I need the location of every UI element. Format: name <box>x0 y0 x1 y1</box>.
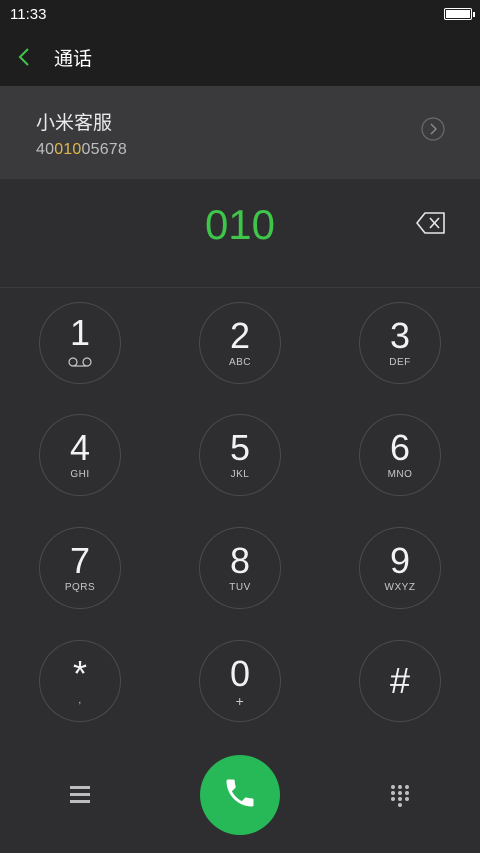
key-digit: 3 <box>389 315 411 356</box>
battery-icon <box>444 8 475 20</box>
key-digit: 6 <box>389 427 411 468</box>
key-letters: WXYZ <box>384 582 416 593</box>
key-7[interactable]: 7 PQRS <box>39 527 121 609</box>
key-digit: 1 <box>69 312 91 353</box>
backspace-icon[interactable] <box>416 212 446 234</box>
contact-number: 4001005678 <box>36 141 444 159</box>
key-5[interactable]: 5 JKL <box>199 414 281 496</box>
key-2[interactable]: 2 ABC <box>199 302 281 384</box>
key-0[interactable]: 0 + <box>199 640 281 722</box>
voicemail-icon <box>67 354 93 372</box>
key-3[interactable]: 3 DEF <box>359 302 441 384</box>
number-suffix: 05678 <box>81 141 127 158</box>
phone-icon <box>222 775 258 816</box>
dialed-number: 010 <box>204 201 276 248</box>
key-digit: 2 <box>229 315 251 356</box>
key-star[interactable]: * , <box>39 640 121 722</box>
key-digit: * <box>72 653 87 694</box>
key-letters: MNO <box>387 469 413 480</box>
key-9[interactable]: 9 WXYZ <box>359 527 441 609</box>
number-match-highlight: 010 <box>54 141 82 158</box>
key-digit: 5 <box>229 427 251 468</box>
bottom-bar <box>0 755 480 835</box>
key-letters: ABC <box>228 357 252 368</box>
page-title: 通话 <box>54 48 93 70</box>
key-8[interactable]: 8 TUV <box>199 527 281 609</box>
key-digit: 8 <box>229 540 251 581</box>
contact-suggestion[interactable]: 小米客服 4001005678 <box>0 86 480 178</box>
app-bar: 通话 <box>0 28 480 86</box>
key-4[interactable]: 4 GHI <box>39 414 121 496</box>
key-letters: , <box>78 695 82 706</box>
key-digit: 0 <box>229 653 251 694</box>
dialpad-icon[interactable] <box>388 783 412 809</box>
key-letters: + <box>235 693 245 709</box>
key-1[interactable]: 1 <box>39 302 121 384</box>
key-letters: GHI <box>70 469 90 480</box>
key-digit: 9 <box>389 540 411 581</box>
key-6[interactable]: 6 MNO <box>359 414 441 496</box>
key-digit: # <box>389 660 411 701</box>
key-letters: TUV <box>229 582 251 593</box>
key-digit: 7 <box>69 540 91 581</box>
back-icon[interactable] <box>18 46 36 68</box>
number-prefix: 40 <box>36 141 55 158</box>
key-letters: PQRS <box>64 582 96 593</box>
status-bar: 11:33 <box>0 0 480 28</box>
menu-icon[interactable] <box>68 783 92 805</box>
number-display: 010 <box>0 179 480 287</box>
contact-name: 小米客服 <box>36 113 113 134</box>
call-button[interactable] <box>200 755 280 835</box>
detail-arrow-icon[interactable] <box>421 117 445 141</box>
status-time: 11:33 <box>10 5 47 23</box>
divider <box>0 287 480 288</box>
key-letters: JKL <box>230 469 250 480</box>
key-hash[interactable]: # <box>359 640 441 722</box>
key-digit: 4 <box>69 427 91 468</box>
key-letters: DEF <box>389 357 411 368</box>
